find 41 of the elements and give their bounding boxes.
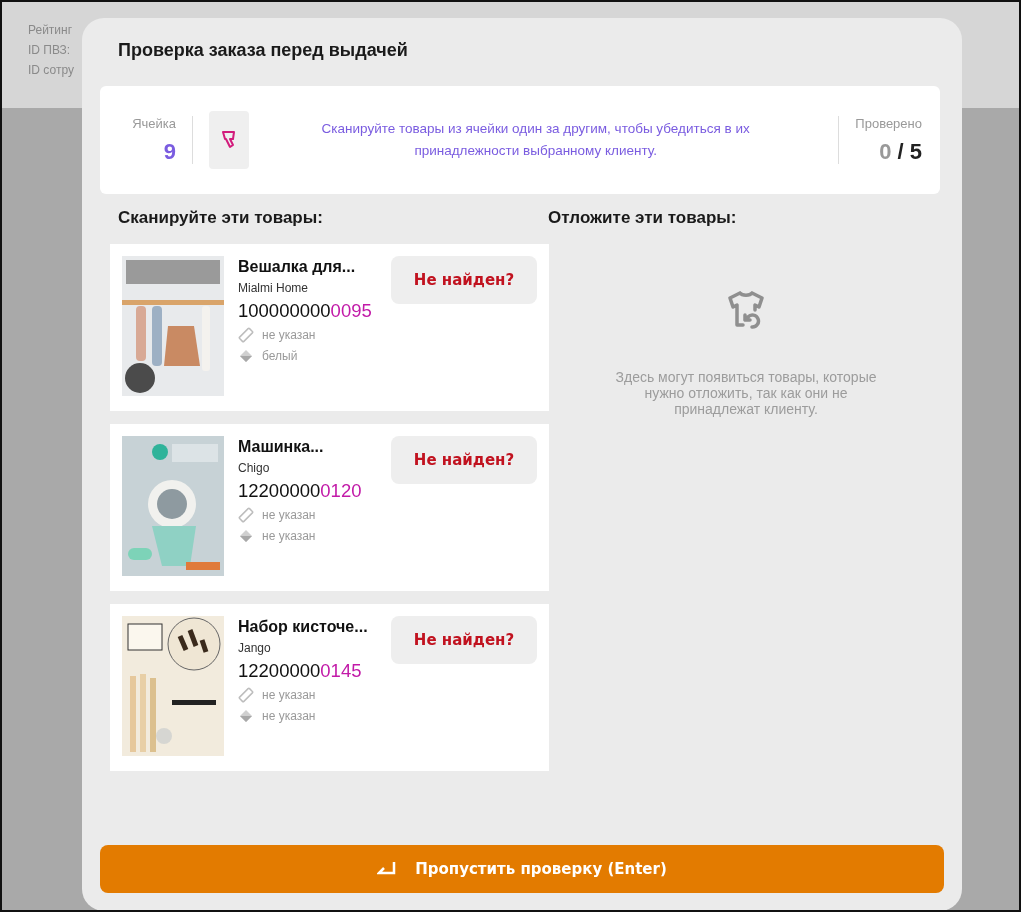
ruler-icon [238,687,254,703]
not-found-button[interactable]: Не найден? [391,256,537,304]
product-title: Вешалка для... [238,258,357,276]
section-heading: Сканируйте эти товары: [117,208,324,228]
shirt-return-icon [726,289,766,329]
hint-text: Сканируйте товары из ячейки один за другим, чтобы убедиться в их принадлежности выбранному клиенту. [320,120,751,160]
checked-label: Проверено [855,115,922,131]
not-found-button[interactable]: Не найден? [391,616,537,664]
brand-name: Jango [238,641,272,655]
color-value: белый [262,349,298,363]
ruler-icon [238,507,254,523]
color-value: не указан [262,529,316,543]
cell-label: Ячейка [131,115,176,131]
size-value: не указан [262,688,316,702]
empty-state-text: Здесь могут появиться товары, которые нужно отложить, так как они не принадлежат клиенту. [614,369,878,417]
section-heading: Отложите эти товары: [548,208,738,228]
size-value: не указан [262,328,316,342]
color-value: не указан [262,709,316,723]
brand-name: Chigo [238,461,271,475]
drop-icon [238,348,254,364]
barcode-number: 122000000120 [238,480,363,502]
barcode-number: 122000000145 [238,660,363,682]
hand-icon [209,111,249,169]
info-label: ID ПВЗ: [28,42,71,59]
total-count: / 5 [897,138,922,164]
brand-name: Mialmi Home [238,281,309,295]
enter-key-icon [377,861,398,877]
ruler-icon [238,327,254,343]
info-label: ID сотру [28,62,74,79]
drop-icon [238,708,254,724]
dialog-title: Проверка заказа перед выдачей [117,40,409,61]
size-value: не указан [262,508,316,522]
cell-number: 9 [162,138,176,165]
checked-count: 0 [879,138,892,164]
drop-icon [238,528,254,544]
barcode-number: 1000000000095 [238,300,373,322]
info-label: Рейтинг [28,22,73,39]
skip-check-button[interactable]: Пропустить проверку (Enter) [100,845,944,893]
not-found-button[interactable]: Не найден? [391,436,537,484]
product-title: Набор кисточе... [238,618,369,636]
product-title: Машинка... [238,438,325,456]
